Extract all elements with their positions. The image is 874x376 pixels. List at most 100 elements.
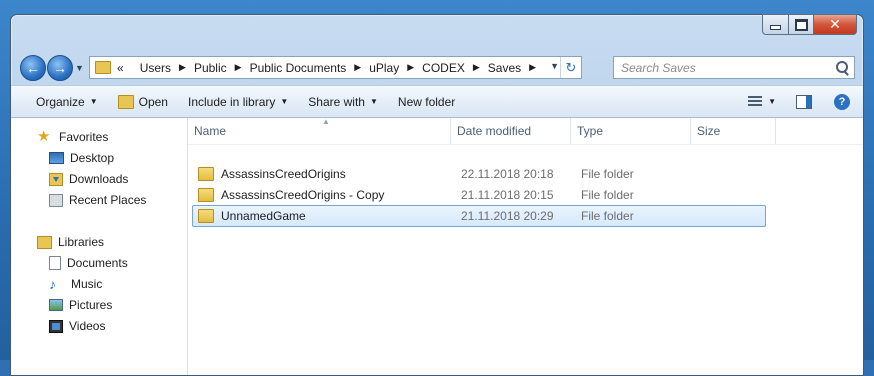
folder-icon <box>198 209 214 223</box>
breadcrumb-users[interactable]: Users <box>140 61 171 75</box>
navigation-pane: ★ Favorites Desktop Downloads Recent Plac… <box>11 118 188 375</box>
sidebar-item-pictures[interactable]: Pictures <box>49 298 112 312</box>
sidebar-item-label: Favorites <box>59 130 109 144</box>
sidebar-item-label: Pictures <box>69 298 113 312</box>
command-bar-right: ▼ ? <box>742 86 863 117</box>
folder-icon <box>198 188 214 202</box>
organize-label: Organize <box>36 94 85 109</box>
file-date: 21.11.2018 20:15 <box>461 188 554 202</box>
chevron-right-icon[interactable]: ▶ <box>407 62 414 73</box>
refresh-button[interactable]: ↻ <box>560 57 581 78</box>
refresh-icon: ↻ <box>565 59 577 75</box>
view-options-icon[interactable] <box>748 95 763 108</box>
table-row[interactable]: AssassinsCreedOrigins - Copy 21.11.2018 … <box>192 184 766 206</box>
sidebar-item-recent-places[interactable]: Recent Places <box>49 193 146 207</box>
close-icon: ✕ <box>829 16 841 32</box>
open-button[interactable]: Open <box>108 86 178 117</box>
sidebar-item-videos[interactable]: Videos <box>49 319 105 333</box>
preview-pane-icon[interactable] <box>796 94 812 109</box>
minimize-button[interactable] <box>762 14 789 35</box>
close-button[interactable]: ✕ <box>814 14 857 35</box>
chevron-right-icon[interactable]: ▶ <box>354 62 361 73</box>
sidebar-item-label: Recent Places <box>69 193 147 207</box>
sidebar-item-music[interactable]: ♪ Music <box>49 277 102 291</box>
sidebar-item-downloads[interactable]: Downloads <box>49 172 128 186</box>
search-input[interactable]: Search Saves <box>614 61 834 75</box>
content-area: ★ Favorites Desktop Downloads Recent Plac… <box>11 117 863 375</box>
search-box[interactable]: Search Saves <box>613 56 855 79</box>
videos-icon <box>49 319 63 333</box>
sidebar-item-desktop[interactable]: Desktop <box>49 151 114 165</box>
command-bar: Organize ▼ Open Include in library ▼ Share… <box>11 85 863 118</box>
sidebar-item-libraries[interactable]: Libraries <box>37 235 104 249</box>
file-date: 21.11.2018 20:29 <box>461 209 554 223</box>
column-name[interactable]: Name <box>188 118 449 144</box>
column-size[interactable]: Size <box>690 118 776 144</box>
share-with-button[interactable]: Share with ▼ <box>298 86 388 117</box>
file-name: AssassinsCreedOrigins <box>221 167 346 181</box>
maximize-button[interactable] <box>789 14 814 35</box>
star-icon: ★ <box>37 128 51 145</box>
folder-icon <box>198 167 214 181</box>
sidebar-item-label: Desktop <box>70 151 115 165</box>
back-button[interactable]: ← <box>20 55 46 81</box>
chevron-down-icon: ▼ <box>369 97 378 106</box>
chevron-right-icon[interactable]: ▶ <box>473 62 480 73</box>
sidebar-item-documents[interactable]: Documents <box>49 256 128 270</box>
address-bar[interactable]: « Users ▶ Public ▶ Public Documents ▶ uP… <box>89 56 582 79</box>
chevron-down-icon: ▼ <box>89 97 98 106</box>
music-icon: ♪ <box>49 276 56 292</box>
sidebar-item-label: Downloads <box>69 172 129 186</box>
file-name: AssassinsCreedOrigins - Copy <box>221 188 385 202</box>
arrow-left-icon: ← <box>26 60 40 76</box>
arrow-right-icon: → <box>53 60 67 76</box>
chevron-down-icon[interactable]: ▼ <box>768 97 776 106</box>
column-date-modified[interactable]: Date modified <box>450 118 577 144</box>
sidebar-item-label: Videos <box>69 319 106 333</box>
folder-icon <box>95 61 111 74</box>
file-type: File folder <box>581 188 634 202</box>
downloads-icon <box>49 172 63 186</box>
breadcrumb: « Users ▶ Public ▶ Public Documents ▶ uP… <box>117 57 544 78</box>
explorer-window: ✕ ← → ▼ « Users ▶ Public ▶ Public Docume… <box>10 14 864 376</box>
table-row[interactable]: UnnamedGame 21.11.2018 20:29 File folder <box>192 205 766 227</box>
sidebar-item-favorites[interactable]: ★ Favorites <box>37 128 109 145</box>
breadcrumb-saves[interactable]: Saves <box>488 61 521 75</box>
breadcrumb-public[interactable]: Public <box>194 61 227 75</box>
documents-icon <box>49 256 61 270</box>
new-folder-button[interactable]: New folder <box>388 86 465 117</box>
file-list: ▲ Name Date modified Type Size Assassins… <box>188 117 863 375</box>
chevron-right-icon[interactable]: ▶ <box>529 62 536 73</box>
file-name: UnnamedGame <box>221 209 306 223</box>
column-header: ▲ Name Date modified Type Size <box>188 117 863 145</box>
open-label: Open <box>138 94 168 109</box>
forward-button[interactable]: → <box>47 55 73 81</box>
breadcrumb-uplay[interactable]: uPlay <box>369 61 399 75</box>
recent-pages-dropdown[interactable]: ▼ <box>75 63 85 73</box>
sidebar-item-label: Documents <box>67 256 128 270</box>
folder-icon <box>117 94 134 109</box>
breadcrumb-overflow[interactable]: « <box>117 61 124 75</box>
caption-buttons: ✕ <box>762 14 857 35</box>
recent-places-icon <box>49 193 63 207</box>
file-type: File folder <box>581 167 634 181</box>
table-row[interactable]: AssassinsCreedOrigins 22.11.2018 20:18 F… <box>192 163 766 185</box>
chevron-right-icon[interactable]: ▶ <box>235 62 242 73</box>
search-icon[interactable] <box>834 60 850 76</box>
chevron-right-icon[interactable]: ▶ <box>179 62 186 73</box>
desktop-icon <box>49 152 64 164</box>
sidebar-item-label: Music <box>71 277 103 291</box>
address-history-dropdown[interactable]: ▼ <box>550 61 559 71</box>
breadcrumb-codex[interactable]: CODEX <box>422 61 465 75</box>
file-type: File folder <box>581 209 634 223</box>
help-icon[interactable]: ? <box>834 93 850 110</box>
organize-button[interactable]: Organize ▼ <box>11 86 108 117</box>
include-in-library-button[interactable]: Include in library ▼ <box>178 86 298 117</box>
pictures-icon <box>49 299 63 311</box>
breadcrumb-public-documents[interactable]: Public Documents <box>250 61 347 75</box>
maximize-icon <box>794 18 808 31</box>
column-type[interactable]: Type <box>570 118 697 144</box>
sidebar-item-label: Libraries <box>58 235 105 249</box>
include-in-library-label: Include in library <box>187 94 276 109</box>
minimize-icon <box>770 25 781 30</box>
